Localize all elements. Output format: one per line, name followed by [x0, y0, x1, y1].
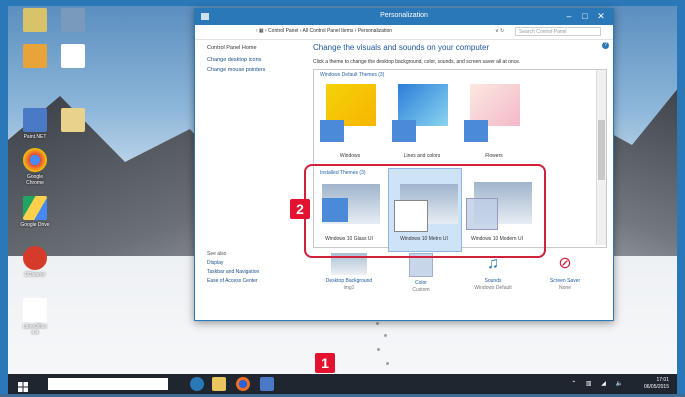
desktop-icon-label: Google Drive — [20, 222, 50, 228]
bottom-item-value: Custom — [412, 287, 430, 293]
see-also-display[interactable]: Display — [207, 259, 259, 268]
windows-logo-icon — [18, 382, 28, 392]
internet-explorer-icon[interactable] — [190, 377, 204, 391]
bottom-item-label: Sounds — [484, 278, 502, 284]
clock-date: 06/05/2015 — [643, 384, 669, 390]
nav-change-desktop-icons[interactable]: Change desktop icons — [207, 55, 265, 65]
see-also-ease-of-access[interactable]: Ease of Access Center — [207, 277, 259, 286]
paint-net-taskbar-icon[interactable] — [260, 377, 274, 391]
system-tray[interactable]: ⌃ ▥ ◢ 🔈 — [571, 380, 627, 387]
window-title: Personalization — [380, 12, 428, 19]
bottom-item-value: img1 — [343, 285, 355, 291]
clock-time: 17:01 — [656, 377, 669, 383]
clock[interactable]: 17:01 06/05/2015 — [644, 377, 669, 391]
refresh-button[interactable]: ∨ ↻ — [495, 28, 504, 34]
page-heading: Change the visuals and sounds on your co… — [313, 43, 490, 52]
chrome-icon — [23, 148, 47, 172]
highlight-ring — [304, 164, 546, 258]
desktop-icon-label: Paint.NET — [23, 134, 47, 140]
theme-icon — [464, 120, 488, 142]
firefox-icon[interactable] — [236, 377, 250, 391]
themes-scrollbar[interactable] — [596, 70, 606, 245]
window-frame-right — [677, 0, 685, 394]
scroll-thumb[interactable] — [598, 120, 605, 180]
app-icon — [23, 8, 47, 32]
breadcrumb[interactable]: ↑ ▦ › Control Panel › All Control Panel … — [255, 28, 392, 34]
window-frame-left — [0, 0, 8, 394]
taskbar-search-box[interactable] — [48, 378, 168, 390]
theme-name-flowers[interactable]: Flowers — [458, 153, 530, 159]
bottom-item-value: None — [559, 285, 571, 291]
help-icon[interactable]: ? — [602, 42, 609, 49]
desktop-icon-libreoffice[interactable]: LibreOffice 4.4 — [10, 298, 60, 336]
desktop-icon-windows[interactable] — [48, 44, 98, 68]
screen-saver-icon: ⊘ — [558, 255, 572, 272]
bottom-item-label: Screen Saver — [549, 278, 581, 284]
desktop-icon-label: LibreOffice 4.4 — [22, 324, 48, 336]
desktop-icon-generic[interactable] — [48, 8, 98, 32]
see-also-taskbar[interactable]: Taskbar and Navigation — [207, 268, 259, 277]
search-input[interactable]: Search Control Panel — [515, 27, 601, 36]
sounds-link[interactable]: ♫ Sounds Windows Default — [457, 253, 529, 292]
file-explorer-icon[interactable] — [212, 377, 226, 391]
taskbar: ⌃ ▥ ◢ 🔈 17:01 06/05/2015 — [8, 374, 677, 394]
left-nav: Control Panel Home Change desktop icons … — [207, 43, 265, 75]
desktop-icon-chrome[interactable]: Google Chrome — [10, 148, 60, 186]
desktop-background-link[interactable]: Desktop Background img1 — [313, 253, 385, 292]
bottom-item-value: Windows Default — [474, 285, 512, 291]
desktop-icon-label: CCleaner — [24, 272, 46, 278]
minimize-button[interactable]: – — [561, 11, 577, 21]
step-badge-2: 2 — [290, 199, 310, 219]
theme-settings-bar: Desktop Background img1 Color Custom ♫ S… — [313, 253, 605, 315]
step-badge-1: 1 — [315, 353, 335, 373]
ccleaner-icon — [23, 246, 47, 270]
folder-icon — [61, 108, 85, 132]
address-bar: ↑ ▦ › Control Panel › All Control Panel … — [195, 25, 613, 40]
theme-name-windows[interactable]: Windows — [314, 153, 386, 159]
page-subheading: Click a theme to change the desktop back… — [313, 59, 521, 65]
desktop-icon-ccleaner[interactable]: CCleaner — [10, 246, 60, 278]
nav-change-mouse-pointers[interactable]: Change mouse pointers — [207, 65, 265, 75]
default-themes-title: Windows Default Themes (3) — [320, 72, 385, 78]
bottom-item-label: Desktop Background — [325, 278, 373, 284]
maximize-button[interactable]: □ — [577, 11, 593, 21]
see-also-heading: See also — [207, 251, 227, 257]
close-button[interactable]: ✕ — [593, 11, 609, 22]
bottom-item-label: Color — [415, 280, 427, 286]
paint-net-icon — [23, 108, 47, 132]
theme-name-lines-and-colors[interactable]: Lines and colors — [386, 153, 458, 159]
theme-icon — [320, 120, 344, 142]
google-drive-icon — [23, 196, 47, 220]
desktop-icon-google-drive[interactable]: Google Drive — [10, 196, 60, 228]
app-icon — [23, 44, 47, 68]
windows-logo-icon — [61, 44, 85, 68]
color-link[interactable]: Color Custom — [385, 253, 457, 294]
libreoffice-icon — [23, 298, 47, 322]
app-icon — [61, 8, 85, 32]
start-button[interactable] — [18, 379, 28, 392]
theme-icon — [392, 120, 416, 142]
title-bar[interactable]: Personalization – □ ✕ — [195, 9, 613, 25]
nav-control-panel-home[interactable]: Control Panel Home — [207, 43, 265, 53]
desktop-icon-label: Google Chrome — [26, 174, 44, 186]
screen-saver-link[interactable]: ⊘ Screen Saver None — [529, 253, 601, 292]
desktop-icon-folder[interactable] — [48, 108, 98, 132]
see-also: See also Display Taskbar and Navigation … — [207, 250, 259, 286]
